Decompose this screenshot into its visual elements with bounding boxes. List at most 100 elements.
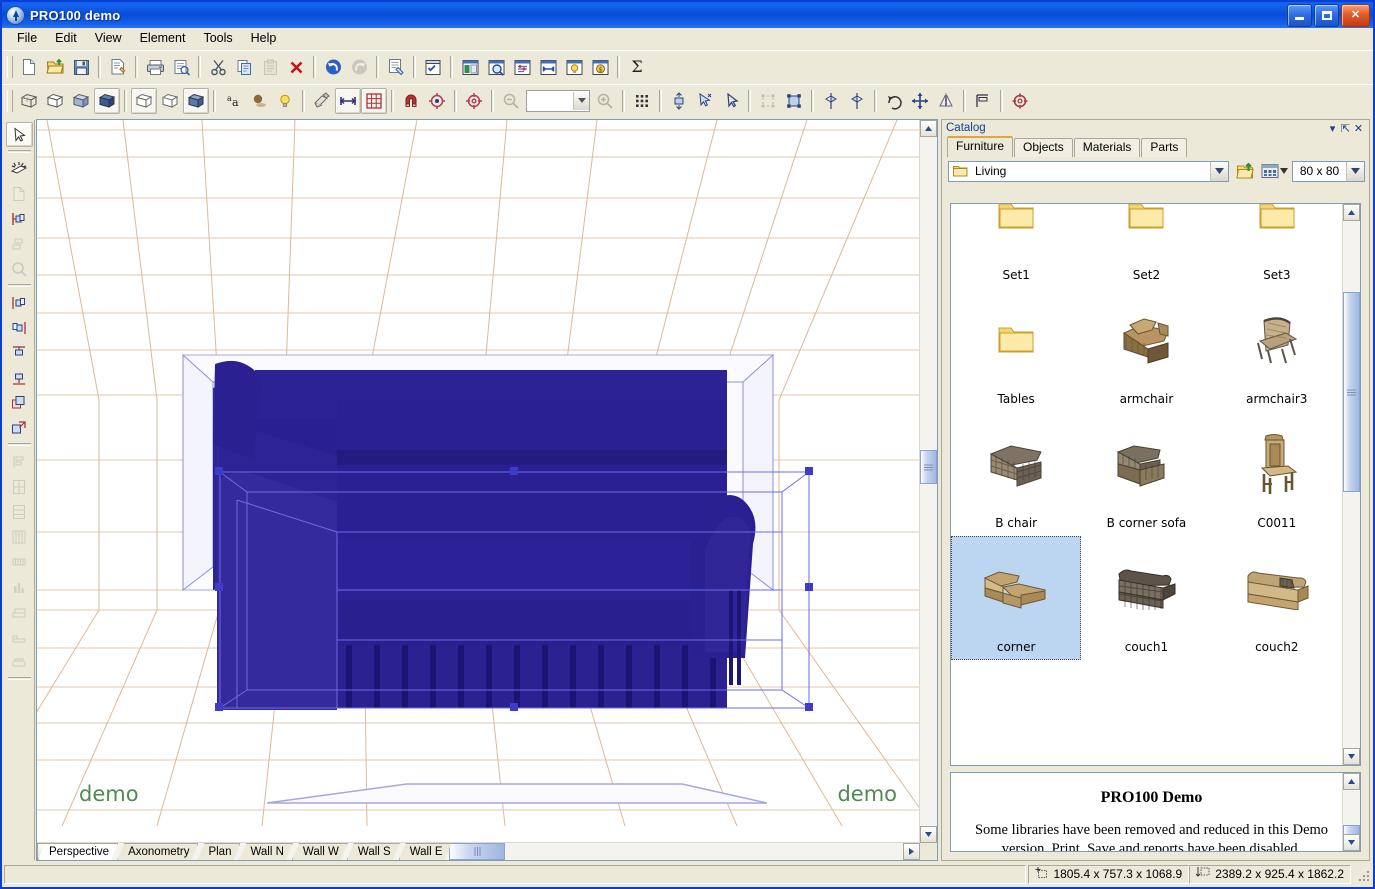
dimension-icon[interactable] [535,54,561,80]
toolbar-grip[interactable] [7,56,13,78]
catalog-item-c0011[interactable]: C0011 [1212,412,1342,536]
undo-icon[interactable] [320,54,346,80]
view-mode-button[interactable] [1261,163,1288,179]
column-tool[interactable] [6,549,33,574]
bed-tool[interactable] [6,624,33,649]
shelf-tool[interactable] [6,499,33,524]
ungroup-icon[interactable] [781,88,807,114]
design-viewport[interactable]: demo demo [36,119,938,861]
properties-icon[interactable] [105,54,131,80]
copy-icon[interactable] [231,54,257,80]
cabinet-tool[interactable] [6,474,33,499]
insert-element-tool[interactable] [6,206,33,231]
tab-wall-s[interactable]: Wall S [347,843,400,860]
grid-icon[interactable] [361,87,387,114]
magnet-snap-icon[interactable] [398,88,424,114]
zoom-out-icon[interactable] [498,88,524,114]
duplicate-tool[interactable] [6,390,33,415]
menu-item-tools[interactable]: Tools [194,29,241,47]
resize-grip[interactable] [1355,867,1369,881]
tab-perspective[interactable]: Perspective [38,843,118,860]
paste-icon[interactable] [257,54,283,80]
viewport-canvas[interactable]: demo demo [37,120,921,826]
view-white-icon[interactable] [131,87,157,114]
menu-item-element[interactable]: Element [131,29,195,47]
chevron-down-icon[interactable] [573,91,589,110]
settings-list-icon[interactable] [509,54,535,80]
align-element-tool[interactable] [6,231,33,256]
text-label-icon[interactable]: aa [220,88,246,114]
catalog-item-grid[interactable]: Set1 Set2 Set3 Tables armchair armchair3… [950,203,1361,766]
copy-element-tool[interactable] [6,415,33,440]
new-icon[interactable] [16,54,42,80]
catalog-item-armchair[interactable]: armchair [1081,288,1211,412]
chevron-down-icon[interactable] [1346,161,1364,181]
tab-objects[interactable]: Objects [1014,138,1073,157]
open-icon[interactable] [42,54,68,80]
attach-top-tool[interactable] [6,340,33,365]
move-icon[interactable] [907,88,933,114]
checklist-icon[interactable] [420,54,446,80]
print-icon[interactable] [142,54,168,80]
info-panel-scrollbar[interactable] [1342,773,1360,851]
catalog-item-corner[interactable]: corner [951,536,1082,660]
catalog-grid-scrollbar[interactable] [1342,204,1360,765]
shadow-icon[interactable] [246,88,272,114]
viewport-vscroll-thumb[interactable] [920,450,937,484]
drawer-tool[interactable] [6,524,33,549]
catalog-item-armchair3[interactable]: armchair3 [1212,288,1342,412]
rotate-icon[interactable] [881,88,907,114]
light-panel-icon[interactable] [561,54,587,80]
magic-wand-tool[interactable] [6,156,33,181]
viewport-hscroll-thumb[interactable] [449,843,505,860]
wireframe-icon[interactable] [16,88,42,114]
list-view-tool[interactable] [6,449,33,474]
print-preview-icon[interactable] [168,54,194,80]
zoom-tool[interactable] [6,256,33,281]
scroll-up-button[interactable] [920,120,937,137]
menu-item-view[interactable]: View [86,29,131,47]
pick-icon[interactable] [718,88,744,114]
sofa-tool[interactable] [6,649,33,674]
group-icon[interactable] [755,88,781,114]
catalog-item-set1[interactable]: Set1 [951,204,1081,288]
catalog-scroll-thumb[interactable] [1343,292,1360,492]
maximize-button[interactable] [1314,4,1339,27]
close-button[interactable]: ✕ [1341,4,1370,27]
flat-shading-icon[interactable] [68,88,94,114]
chevron-down-icon[interactable] [1210,161,1228,181]
mirror-icon[interactable] [933,88,959,114]
report-icon[interactable] [457,54,483,80]
scroll-down-button[interactable] [1343,834,1360,851]
flip-vertical-icon[interactable] [818,88,844,114]
attach-right-tool[interactable] [6,315,33,340]
rack-tool[interactable] [6,599,33,624]
redo-icon[interactable] [346,54,372,80]
viewport-vertical-scrollbar[interactable] [919,120,937,843]
chevron-down-icon[interactable]: ▾ [1326,122,1339,135]
rotate-target-icon[interactable] [1007,88,1033,114]
zoom-report-icon[interactable] [483,54,509,80]
tab-materials[interactable]: Materials [1073,138,1141,157]
new-element-tool[interactable] [6,181,33,206]
hidden-line-icon[interactable] [42,88,68,114]
light-bulb-icon[interactable] [272,88,298,114]
scroll-up-button[interactable] [1343,773,1360,790]
tab-wall-w[interactable]: Wall W [292,843,348,860]
arrow-select-tool[interactable] [5,122,33,147]
menu-item-file[interactable]: File [8,29,46,47]
attach-left-tool[interactable] [6,290,33,315]
thumbnail-size-select[interactable]: 80 x 80 [1292,160,1365,182]
catalog-item-couch2[interactable]: couch2 [1212,536,1342,660]
menu-item-edit[interactable]: Edit [46,29,86,47]
catalog-item-b-corner-sofa[interactable]: B corner sofa [1081,412,1211,536]
sum-icon[interactable]: Σ [624,54,650,80]
price-icon[interactable]: $ [587,54,613,80]
element-properties-icon[interactable] [383,54,409,80]
chart-tool[interactable] [6,574,33,599]
scroll-down-button[interactable] [920,826,937,843]
select-all-icon[interactable] [629,88,655,114]
align-icon[interactable] [970,88,996,114]
pointer-select-icon[interactable] [692,88,718,114]
scroll-down-button[interactable] [1343,748,1360,765]
